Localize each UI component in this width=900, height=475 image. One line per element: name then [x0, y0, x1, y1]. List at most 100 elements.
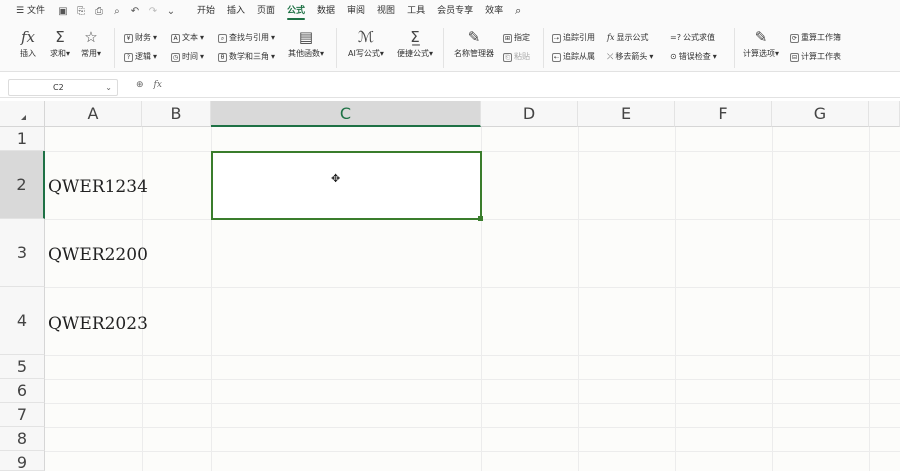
cell-area[interactable]: QWER1234 QWER2200 QWER2023 ✥: [45, 127, 900, 471]
more-chevron-icon[interactable]: ⌄: [165, 6, 177, 17]
tab-insert[interactable]: 插入: [221, 0, 251, 22]
cell-a4[interactable]: QWER2023: [45, 287, 148, 355]
fx-small-icon: fx: [607, 33, 615, 42]
tab-member[interactable]: 会员专享: [431, 0, 479, 22]
calc-options-icon: ✎: [754, 28, 768, 46]
define-name-button[interactable]: ⊞ 指定: [503, 32, 530, 44]
autosum-button[interactable]: Σ 求和▾: [50, 28, 70, 60]
name-manager-icon: ✎: [467, 28, 481, 46]
print-icon[interactable]: ⎙: [93, 6, 105, 17]
gridline: [45, 451, 900, 452]
col-header-e[interactable]: E: [578, 101, 675, 127]
calc-sheet-button[interactable]: ⊟ 计算工作表: [790, 51, 841, 63]
finance-button[interactable]: ¥ 财务 ▾: [124, 32, 157, 44]
tab-formulas[interactable]: 公式: [281, 0, 311, 22]
evaluate-formula-button[interactable]: =? 公式求值: [670, 32, 715, 44]
trace-dependents-button[interactable]: ⇠ 追踪从属: [552, 51, 595, 63]
name-box-value: C2: [53, 83, 64, 92]
row-header-2[interactable]: 2: [0, 151, 45, 219]
tab-view[interactable]: 视图: [371, 0, 401, 22]
zoom-icon[interactable]: ⊕: [136, 80, 144, 90]
gridline: [772, 127, 773, 471]
other-functions-button[interactable]: ▤ 其他函数▾: [288, 28, 324, 60]
row-header-3[interactable]: 3: [0, 219, 45, 287]
save-icon[interactable]: ▣: [57, 6, 69, 17]
print-preview-icon[interactable]: ⌕: [111, 6, 123, 17]
ai-formula-icon: ℳ: [357, 28, 374, 46]
file-menu[interactable]: ☰ 文件: [10, 0, 51, 22]
tab-review[interactable]: 审阅: [341, 0, 371, 22]
ribbon: fx 插入 Σ 求和▾ ☆ 常用▾ ¥ 财务 ▾ ? 逻辑 ▾ A 文本 ▾ ◷ 时间 ▾ ⌕ 查…: [0, 22, 900, 72]
col-header-h[interactable]: [869, 101, 900, 127]
clock-icon: ◷: [171, 52, 180, 62]
row-header-7[interactable]: 7: [0, 403, 45, 427]
col-header-c[interactable]: C: [211, 101, 481, 127]
col-header-a[interactable]: A: [45, 101, 142, 127]
tab-tools[interactable]: 工具: [401, 0, 431, 22]
row-header-1[interactable]: 1: [0, 127, 45, 151]
tab-efficiency[interactable]: 效率: [479, 0, 509, 22]
col-header-g[interactable]: G: [772, 101, 869, 127]
gridline: [45, 403, 900, 404]
recalc-workbook-button[interactable]: ⟳ 重算工作簿: [790, 32, 841, 44]
gridline: [675, 127, 676, 471]
tab-page[interactable]: 页面: [251, 0, 281, 22]
col-header-d[interactable]: D: [481, 101, 578, 127]
chevron-down-icon[interactable]: ⌄: [105, 80, 112, 95]
select-all-corner[interactable]: [0, 101, 45, 127]
remove-arrows-icon: ⤫: [607, 52, 614, 61]
logic-button[interactable]: ? 逻辑 ▾: [124, 51, 157, 63]
row-header-4[interactable]: 4: [0, 287, 45, 355]
quick-formula-label: 便捷公式▾: [397, 49, 434, 58]
fx-icon: fx: [20, 28, 35, 46]
gridline: [578, 127, 579, 471]
trace-precedents-button[interactable]: ⇢ 追踪引用: [552, 32, 595, 44]
ribbon-divider: [336, 28, 337, 68]
calendar-icon: ▤: [298, 28, 314, 46]
selected-cell-c2[interactable]: [211, 151, 483, 221]
gridline: [869, 127, 870, 471]
name-manager-button[interactable]: ✎ 名称管理器: [454, 28, 494, 60]
fx-icon[interactable]: fx: [154, 80, 162, 90]
redo-icon[interactable]: ↷: [147, 6, 159, 17]
common-functions-button[interactable]: ☆ 常用▾: [81, 28, 101, 60]
insert-function-button[interactable]: fx 插入: [20, 28, 36, 60]
quick-access-toolbar: ▣ ⎘ ⎙ ⌕ ↶ ↷ ⌄: [57, 6, 177, 17]
formula-tools: ⊕ fx: [136, 80, 162, 90]
calc-options-label: 计算选项▾: [743, 49, 780, 58]
cell-a3[interactable]: QWER2200: [45, 219, 148, 287]
calc-options-button[interactable]: ✎ 计算选项▾: [743, 28, 779, 60]
trace-dependents-icon: ⇠: [552, 52, 561, 62]
row-header-8[interactable]: 8: [0, 427, 45, 451]
row-header-5[interactable]: 5: [0, 355, 45, 379]
math-button[interactable]: θ 数学和三角 ▾: [218, 51, 275, 63]
undo-icon[interactable]: ↶: [129, 6, 141, 17]
ai-formula-button[interactable]: ℳ AI写公式▾: [348, 28, 384, 60]
tab-home[interactable]: 开始: [191, 0, 221, 22]
formula-bar: C2 ⌄ ⊕ fx: [0, 77, 900, 98]
finance-icon: ¥: [124, 33, 133, 43]
row-header-9[interactable]: 9: [0, 451, 45, 472]
datetime-button[interactable]: ◷ 时间 ▾: [171, 51, 204, 63]
paste-name-button[interactable]: ⎗ 粘贴: [503, 51, 530, 63]
quick-formula-button[interactable]: Σ̲ 便捷公式▾: [397, 28, 433, 60]
ribbon-divider: [734, 28, 735, 68]
export-icon[interactable]: ⎘: [75, 6, 87, 17]
gridline: [45, 355, 900, 356]
cell-a2[interactable]: QWER1234: [45, 151, 148, 219]
text-button[interactable]: A 文本 ▾: [171, 32, 204, 44]
tab-data[interactable]: 数据: [311, 0, 341, 22]
error-check-button[interactable]: ⊙ 错误检查 ▾: [670, 51, 717, 63]
remove-arrows-button[interactable]: ⤫ 移去箭头 ▾: [607, 51, 653, 63]
calc-sheet-icon: ⊟: [790, 52, 799, 62]
lookup-button[interactable]: ⌕ 查找与引用 ▾: [218, 32, 275, 44]
quick-formula-icon: Σ̲: [410, 28, 420, 46]
col-header-f[interactable]: F: [675, 101, 772, 127]
name-box[interactable]: C2 ⌄: [8, 79, 118, 96]
logic-icon: ?: [124, 52, 133, 62]
show-formulas-button[interactable]: fx 显示公式: [607, 32, 648, 44]
search-icon[interactable]: ⌕: [509, 0, 527, 22]
ai-formula-label: AI写公式▾: [348, 49, 384, 58]
row-header-6[interactable]: 6: [0, 379, 45, 403]
col-header-b[interactable]: B: [142, 101, 211, 127]
